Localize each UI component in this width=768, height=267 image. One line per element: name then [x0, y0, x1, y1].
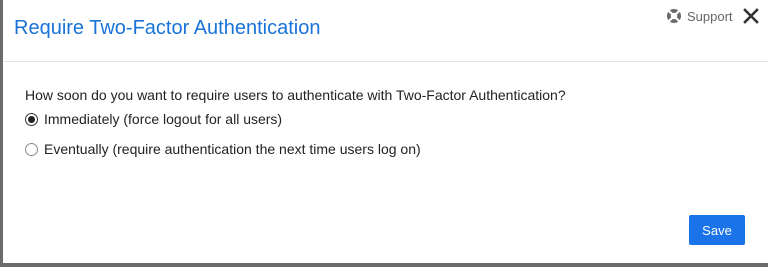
dialog-header: Require Two-Factor Authentication Suppor…: [3, 0, 768, 62]
question-text: How soon do you want to require users to…: [25, 87, 566, 103]
radio-eventually[interactable]: [25, 142, 38, 156]
option-immediately-label: Immediately (force logout for all users): [44, 111, 283, 127]
option-eventually[interactable]: Eventually (require authentication the n…: [25, 141, 421, 157]
option-eventually-label: Eventually (require authentication the n…: [44, 141, 421, 157]
dialog-title: Require Two-Factor Authentication: [14, 17, 321, 39]
option-immediately[interactable]: Immediately (force logout for all users): [25, 111, 282, 127]
support-link[interactable]: Support: [666, 8, 733, 24]
two-factor-dialog: Require Two-Factor Authentication Suppor…: [3, 0, 768, 263]
lifebuoy-icon: [666, 8, 682, 24]
radio-immediately[interactable]: [25, 112, 38, 126]
save-button[interactable]: Save: [689, 215, 745, 245]
close-icon: [743, 8, 759, 29]
support-label: Support: [687, 8, 733, 24]
close-button[interactable]: [743, 7, 759, 25]
